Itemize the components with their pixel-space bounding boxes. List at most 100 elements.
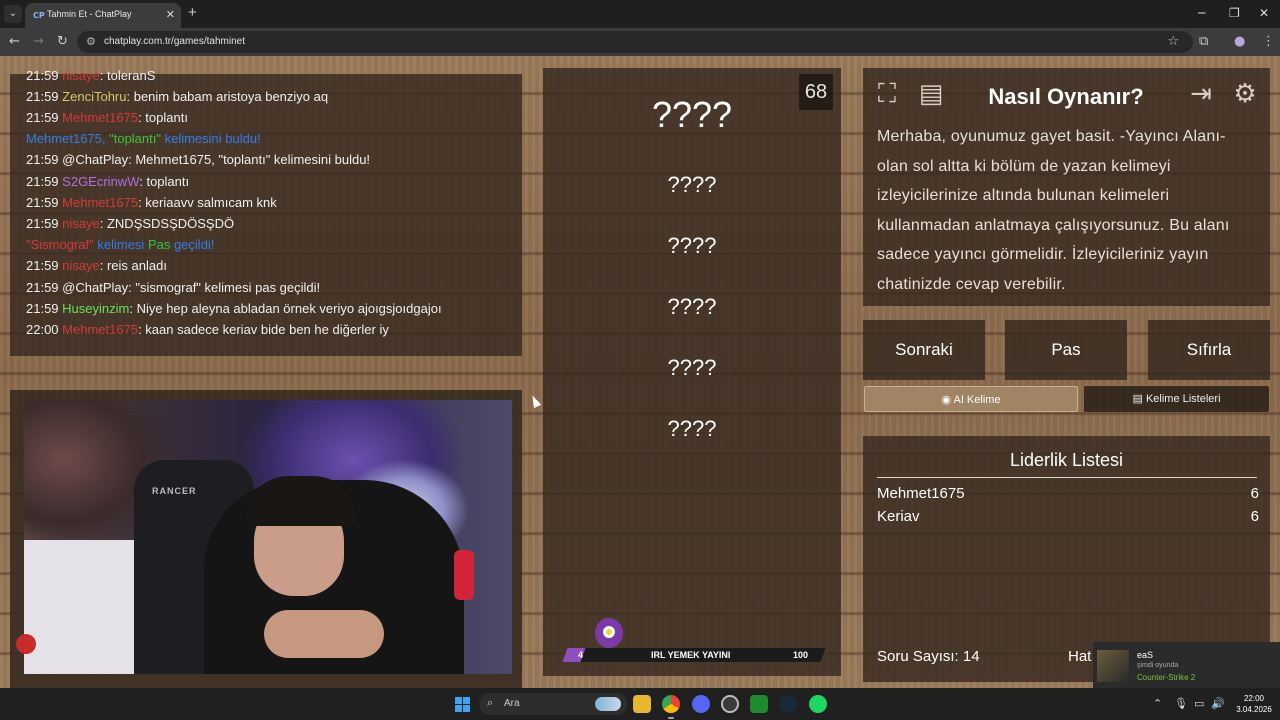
tab-close-icon[interactable]: ✕ xyxy=(166,8,175,21)
player-score: 6 xyxy=(1250,508,1259,525)
tab-title: Tahmin Et - ChatPlay xyxy=(47,9,132,19)
taskbar-search[interactable]: ⌕ Ara xyxy=(479,693,627,715)
search-icon: ⌕ xyxy=(487,696,494,709)
obs-icon[interactable] xyxy=(721,695,739,713)
file-explorer-icon[interactable] xyxy=(633,695,651,713)
streamer-hands xyxy=(264,610,384,658)
tab-tahmin-et[interactable]: CP Tahmin Et - ChatPlay ✕ xyxy=(25,3,181,28)
url-text: chatplay.com.tr/games/tahminet xyxy=(104,36,245,47)
restore-icon[interactable]: ❐ xyxy=(1229,6,1240,20)
reset-button[interactable]: Sıfırla xyxy=(1148,320,1270,380)
stream-title: IRL YEMEK YAYINI xyxy=(651,650,731,660)
address-bar[interactable]: ⚙ chatplay.com.tr/games/tahminet ☆ xyxy=(77,31,1193,53)
chat-line: 21:59 Huseyinzim: Niye hep aleyna ablada… xyxy=(26,301,442,316)
tab-ai-word[interactable]: ◉ AI Kelime xyxy=(864,386,1078,412)
exit-icon[interactable]: ⇥ xyxy=(1185,78,1217,110)
leaderboard-divider xyxy=(877,477,1257,478)
forbidden-word: ???? xyxy=(667,233,717,258)
game-page: 21:59 nisaye: toleranS 21:59 ZenciTohru:… xyxy=(0,56,1280,688)
site-info-icon[interactable]: ⚙ xyxy=(86,35,96,48)
clock-date: 3.04.2026 xyxy=(1236,705,1272,714)
player-name: Mehmet1675 xyxy=(877,485,965,502)
how-to-play-panel: ⛶ ▤ Nasıl Oynanır? ⇥ ⚙ Merhaba, oyunumuz… xyxy=(863,68,1270,306)
expand-icon[interactable]: ⛶ xyxy=(871,78,903,110)
word-pass-notice: "Sismograf" kelimesi Pas geçildi! xyxy=(26,237,215,252)
forbidden-word: ???? xyxy=(667,172,717,197)
tab-strip: ⌄ CP Tahmin Et - ChatPlay ✕ + ─ ❐ ✕ xyxy=(0,0,1280,28)
spotify-icon[interactable] xyxy=(809,695,827,713)
ai-icon: ◉ xyxy=(941,394,952,406)
streamer-video-panel: RANCER xyxy=(10,390,522,688)
chat-line: 21:59 nisaye: toleranS xyxy=(26,68,156,83)
rules-book-icon[interactable]: ▤ xyxy=(915,78,947,110)
chair-brand-logo: RANCER xyxy=(152,486,197,496)
search-placeholder: Ara xyxy=(504,698,520,709)
window-close-icon[interactable]: ✕ xyxy=(1259,6,1269,20)
forbidden-word: ???? xyxy=(667,355,717,380)
reload-icon[interactable]: ↻ xyxy=(57,34,68,50)
search-highlight-image xyxy=(595,697,621,711)
mascot-bird-icon xyxy=(595,618,623,648)
system-clock[interactable]: 22:00 3.04.2026 xyxy=(1232,693,1276,715)
media-player-icon[interactable] xyxy=(750,695,768,713)
forbidden-word: ???? xyxy=(667,416,717,441)
minimize-icon[interactable]: ─ xyxy=(1198,6,1205,20)
chat-line: 21:59 ZenciTohru: benim babam aristoya b… xyxy=(26,89,329,104)
how-to-play-text: Merhaba, oyunumuz gayet basit. -Yayıncı … xyxy=(877,128,1230,293)
settings-gear-icon[interactable]: ⚙ xyxy=(1229,78,1261,110)
tray-overflow-icon[interactable]: ⌃ xyxy=(1153,697,1162,710)
next-button[interactable]: Sonraki xyxy=(863,320,985,380)
microphone-icon[interactable]: 🎙 xyxy=(1174,697,1188,710)
new-tab-button[interactable]: + xyxy=(188,5,197,21)
chat-line: 21:59 S2GEcrinwW: toplantı xyxy=(26,174,190,189)
friend-game: Counter-Strike 2 xyxy=(1137,673,1196,682)
profile-avatar-icon[interactable]: ● xyxy=(1234,34,1245,50)
tab-search-button[interactable]: ⌄ xyxy=(4,5,22,23)
extensions-icon[interactable]: ⧉ xyxy=(1199,34,1208,50)
back-icon[interactable]: ← xyxy=(9,34,20,50)
word-found-notice: Mehmet1675, "toplantı" kelimesini buldu! xyxy=(26,131,261,146)
how-to-play-title: Nasıl Oynanır? xyxy=(988,84,1144,109)
chatplay-favicon-icon: CP xyxy=(33,11,45,20)
pass-button[interactable]: Pas xyxy=(1005,320,1127,380)
words-panel: 68 ???? ???? ???? ???? ???? ???? 4 IRL Y… xyxy=(543,68,841,676)
steam-icon[interactable] xyxy=(779,695,797,713)
leaderboard-row: Mehmet1675 6 xyxy=(877,485,1259,502)
player-name: Keriav xyxy=(877,508,920,525)
leaderboard-row: Keriav 6 xyxy=(877,508,1259,525)
discord-icon[interactable] xyxy=(692,695,710,713)
chat-line: 22:00 Mehmet1675: kaan sadece keriav bid… xyxy=(26,322,389,337)
question-count: Soru Sayısı: 14 xyxy=(877,648,980,665)
network-icon[interactable]: ▭ xyxy=(1194,697,1204,710)
bookmark-star-icon[interactable]: ☆ xyxy=(1167,34,1179,49)
forward-icon[interactable]: → xyxy=(33,34,44,50)
navigation-bar: ← → ↻ ⚙ chatplay.com.tr/games/tahminet ☆… xyxy=(0,28,1280,56)
chat-panel: 21:59 nisaye: toleranS 21:59 ZenciTohru:… xyxy=(10,68,522,356)
list-icon: ▤ xyxy=(1132,393,1143,405)
chat-line: 21:59 @ChatPlay: "sismograf" kelimesi pa… xyxy=(26,280,321,295)
chat-line: 21:59 nisaye: ZNDŞSDSŞDÖSŞDÖ xyxy=(26,216,235,231)
windows-start-icon[interactable] xyxy=(455,697,470,712)
tab-word-lists[interactable]: ▤ Kelime Listeleri xyxy=(1084,386,1269,412)
mouse-cursor-icon xyxy=(528,393,542,409)
browser-menu-icon[interactable]: ⋮ xyxy=(1262,34,1275,50)
video-wall xyxy=(24,540,144,674)
chat-line: 21:59 Mehmet1675: toplantı xyxy=(26,110,188,125)
chrome-icon[interactable] xyxy=(662,695,680,713)
taskbar: ⌕ Ara ⌃ 🎙 ▭ 🔊 22:00 3.04.2026 xyxy=(0,688,1280,720)
chat-line: 21:59 @ChatPlay: Mehmet1675, "toplantı" … xyxy=(26,152,371,167)
chat-line: 21:59 Mehmet1675: keriaavv salmıcam knk xyxy=(26,195,277,210)
volume-icon[interactable]: 🔊 xyxy=(1211,697,1225,710)
player-score: 6 xyxy=(1250,485,1259,502)
main-word: ???? xyxy=(651,94,733,135)
game-thumbnail xyxy=(1097,650,1129,682)
microphone xyxy=(454,550,474,600)
chrome-active-indicator xyxy=(668,717,674,719)
leaderboard-title: Liderlik Listesi xyxy=(1009,450,1124,470)
red-indicator-icon xyxy=(16,634,36,654)
friend-status: şimdi oyunda xyxy=(1137,662,1179,669)
webcam-feed: RANCER xyxy=(24,400,512,674)
stream-level: 4 xyxy=(578,650,584,660)
friend-game-notification[interactable]: eaS şimdi oyunda Counter-Strike 2 xyxy=(1093,642,1280,690)
forbidden-word: ???? xyxy=(667,294,717,319)
